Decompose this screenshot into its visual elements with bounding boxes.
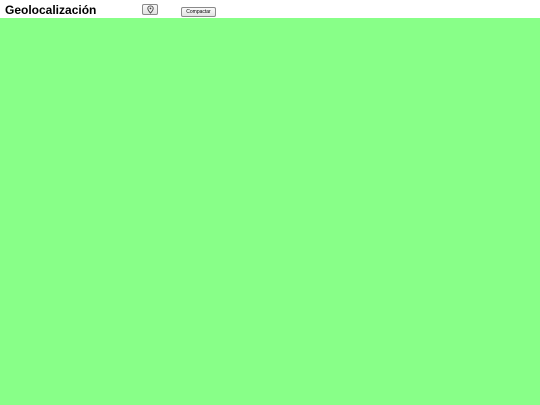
compact-button[interactable]: Compactar: [181, 7, 216, 17]
page-title: Geolocalización: [5, 3, 97, 17]
locate-button[interactable]: [142, 4, 158, 15]
location-pin-icon: [147, 5, 154, 14]
map-area[interactable]: [0, 18, 540, 405]
header-bar: Geolocalización Compactar: [0, 0, 540, 18]
